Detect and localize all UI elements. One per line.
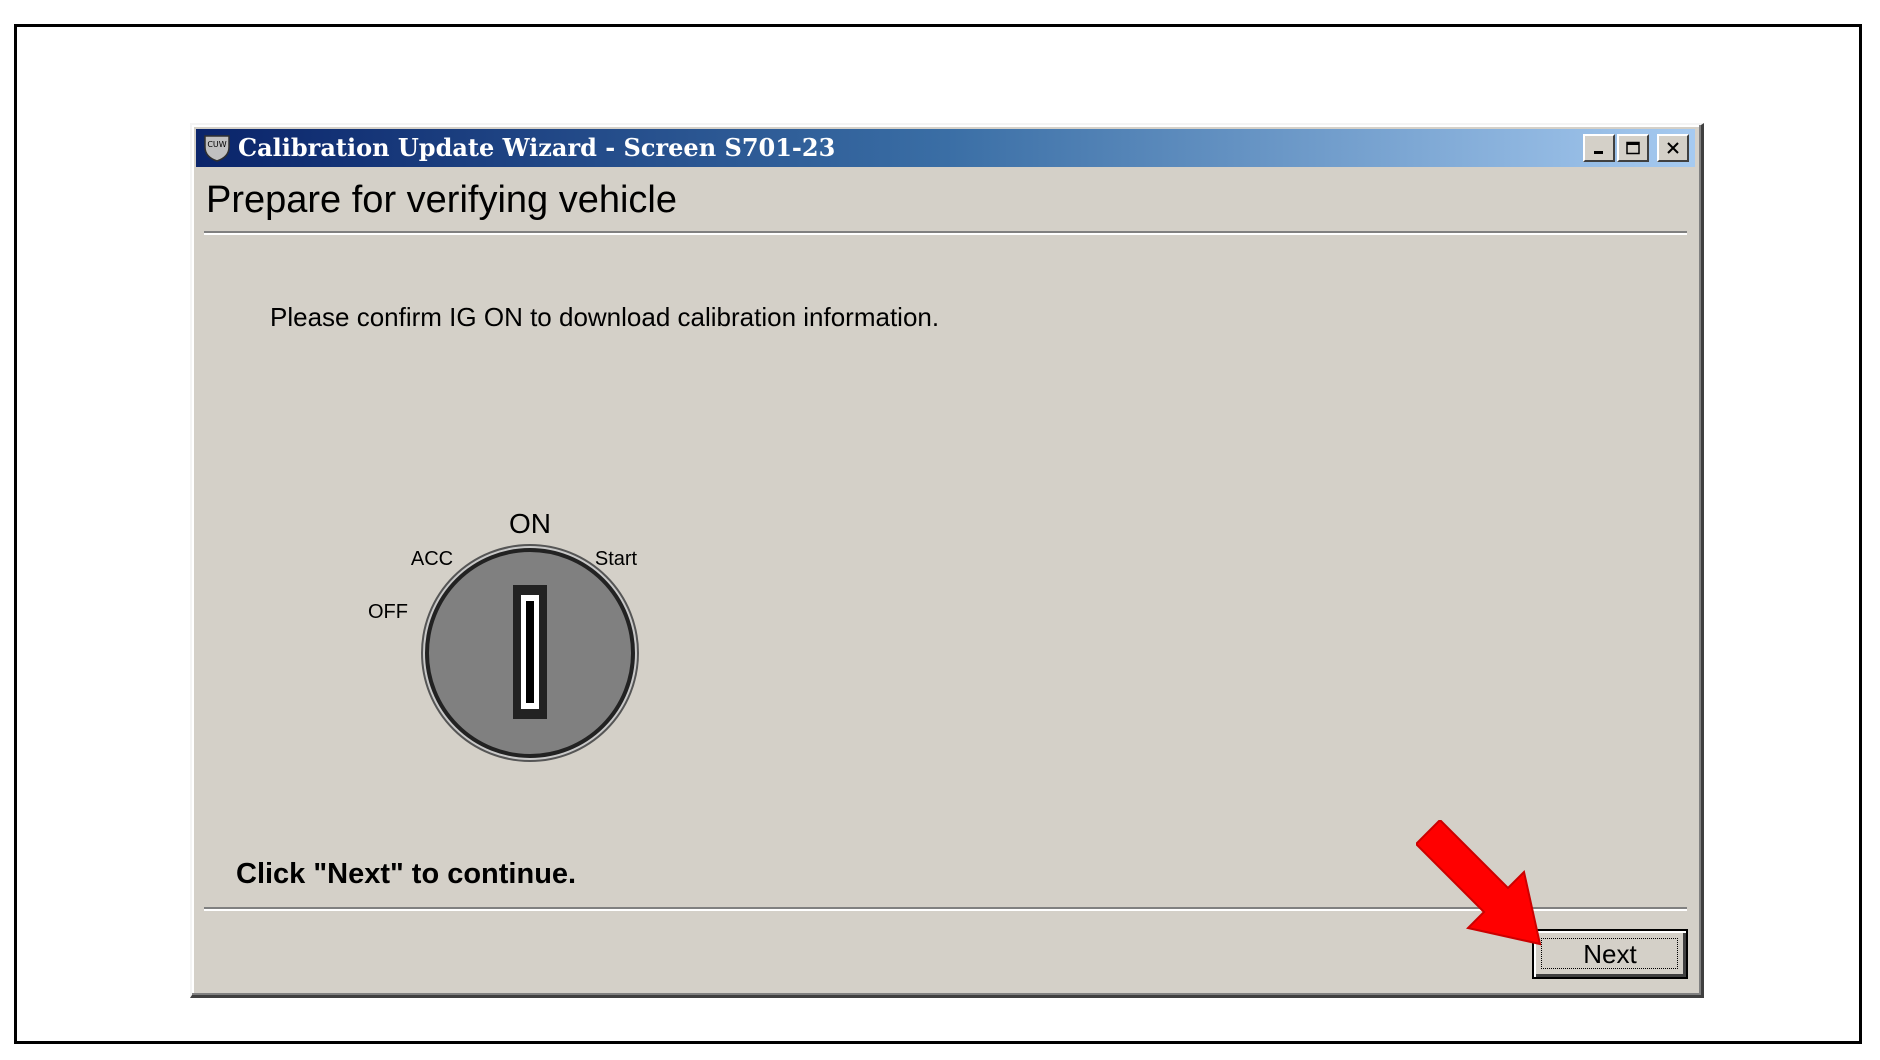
shield-icon: CUW [204, 135, 230, 162]
continue-instruction: Click "Next" to continue. [236, 858, 577, 890]
ignition-key-icon: ON ACC Start OFF [368, 508, 639, 762]
instruction-text: Please confirm IG ON to download calibra… [270, 302, 940, 332]
minimize-icon [1594, 151, 1603, 154]
maximize-icon [1626, 141, 1640, 155]
maximize-button[interactable] [1617, 134, 1649, 162]
close-icon [1667, 142, 1679, 154]
title-separator [204, 231, 1687, 235]
title-bar[interactable]: CUW Calibration Update Wizard - Screen S… [196, 129, 1695, 167]
minimize-button[interactable] [1583, 134, 1615, 162]
app-icon-text: CUW [207, 140, 226, 149]
key-position-start: Start [595, 548, 638, 570]
close-button[interactable] [1657, 134, 1689, 162]
key-position-on: ON [509, 508, 551, 539]
page-title: Prepare for verifying vehicle [206, 179, 677, 221]
window-title: Calibration Update Wizard - Screen S701-… [238, 133, 836, 162]
key-position-acc: ACC [411, 548, 453, 570]
red-pointer-arrow-icon [1416, 820, 1542, 946]
key-position-off: OFF [368, 601, 408, 623]
next-button-label: Next [1583, 938, 1637, 969]
